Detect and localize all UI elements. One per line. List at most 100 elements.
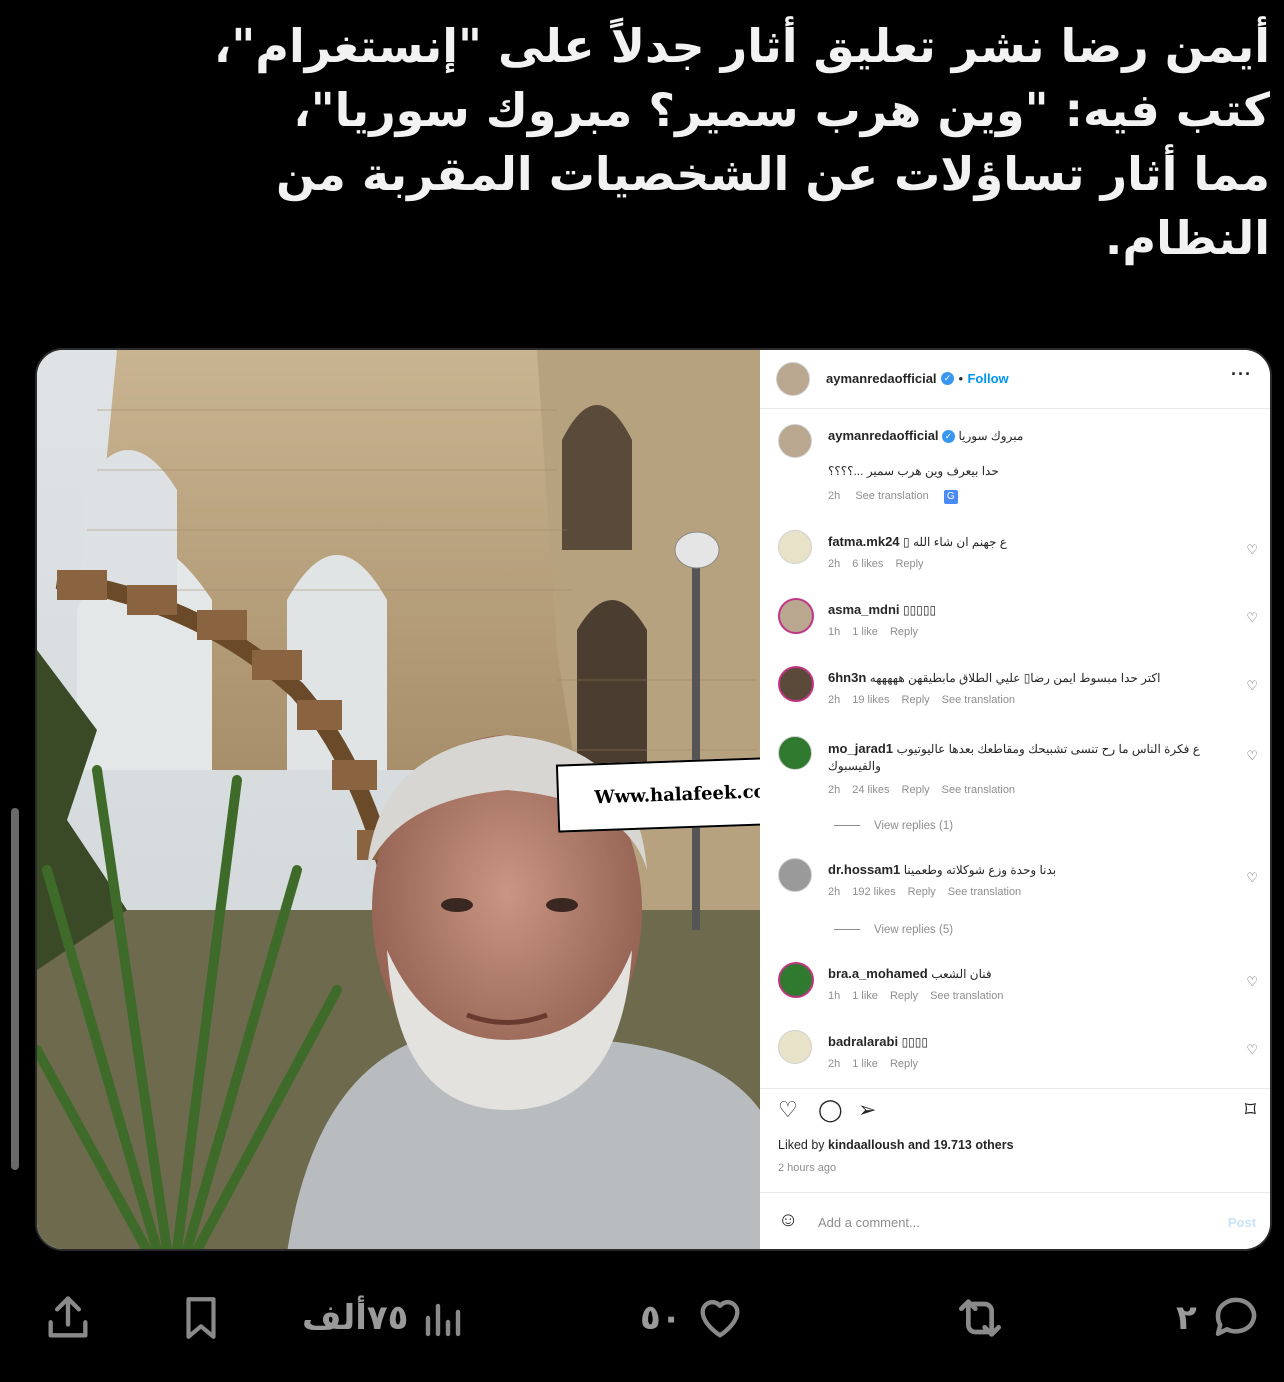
verified-icon: ✓ — [942, 430, 956, 444]
like-heart-icon[interactable]: ♡ — [778, 1097, 798, 1123]
see-translation-link[interactable]: See translation — [855, 490, 928, 502]
liked-by: Liked by kindaalloush and 19.713 others — [778, 1138, 1014, 1152]
avatar[interactable] — [778, 1030, 812, 1064]
caption-text: مبروك سوريا — [958, 429, 1024, 443]
comment-likes[interactable]: 19 likes — [852, 694, 889, 706]
add-comment-input[interactable]: Add a comment... — [818, 1215, 920, 1230]
see-translation-link[interactable]: See translation — [942, 784, 1015, 796]
caption-username[interactable]: aymanredaofficial — [828, 428, 939, 443]
comment-username[interactable]: bra.a_mohamed — [828, 966, 928, 981]
see-translation-link[interactable]: See translation — [942, 694, 1015, 706]
caption-time: 2h — [828, 490, 841, 502]
avatar[interactable] — [778, 530, 812, 564]
share-icon[interactable] — [42, 1283, 94, 1353]
heart-icon[interactable]: ♡ — [1246, 748, 1258, 764]
see-translation-link[interactable]: See translation — [948, 886, 1021, 898]
comment-username[interactable]: mo_jarad1 — [828, 741, 893, 756]
scrollbar[interactable] — [11, 808, 19, 1170]
avatar[interactable] — [778, 598, 814, 634]
comment-username[interactable]: 6hn3n — [828, 670, 866, 685]
more-options-icon[interactable]: ··· — [1231, 364, 1252, 385]
views-count: ٧٥ألف — [302, 1298, 409, 1338]
heart-icon[interactable]: ♡ — [1246, 870, 1258, 886]
liked-by-prefix: Liked by — [778, 1138, 825, 1152]
reply-button[interactable]: Reply — [908, 886, 936, 898]
comment-text: ع جهنم ان شاء الله ▯ — [903, 535, 1007, 549]
emoji-icon[interactable]: ☺ — [778, 1209, 798, 1232]
tweet-text-line: أيمن رضا نشر تعليق أثار جدلاً على "إنستغ… — [213, 19, 1270, 73]
avatar[interactable] — [778, 666, 814, 702]
comment-time: 2h — [828, 886, 841, 898]
reply-button[interactable]: Reply — [895, 558, 923, 570]
tweet-action-bar: ٧٥ألف ٥٠ ٢ — [0, 1283, 1284, 1353]
liked-by-others[interactable]: and 19.713 others — [908, 1138, 1014, 1152]
comment-text: اكتر حدا مبسوط ايمن رضا▯ عليي الطلاق ماب… — [869, 671, 1161, 685]
comment-time: 2h — [828, 1058, 841, 1070]
comment-likes[interactable]: 6 likes — [852, 558, 883, 570]
reply-bubble-icon — [1207, 1291, 1265, 1345]
heart-icon[interactable]: ♡ — [1246, 678, 1258, 694]
avatar[interactable] — [778, 858, 812, 892]
reply-button[interactable]: Reply — [902, 694, 930, 706]
post-header: aymanredaofficial ✓ • Follow ··· — [760, 350, 1270, 409]
comment-likes[interactable]: 192 likes — [852, 886, 895, 898]
tweet-text-line: النظام. — [1104, 211, 1270, 265]
comment-time: 1h — [828, 990, 841, 1002]
avatar[interactable] — [778, 424, 812, 458]
comment-text: بدنا وحدة وزع شوكلاته وطعمينا — [903, 863, 1057, 877]
translate-icon[interactable]: G — [943, 490, 958, 504]
save-bookmark-icon[interactable]: ⌑ — [1245, 1097, 1256, 1123]
post-username[interactable]: aymanredaofficial — [826, 371, 937, 386]
comment-likes[interactable]: 1 like — [852, 1058, 878, 1070]
reply-button[interactable]: Reply — [890, 990, 918, 1002]
avatar[interactable] — [778, 736, 812, 770]
comment-time: 2h — [828, 694, 841, 706]
comment-time: 2h — [828, 784, 841, 796]
view-replies-link[interactable]: View replies (5) — [834, 924, 953, 936]
tweet-text-line: مما أثار تساؤلات عن الشخصيات المقربة من — [276, 147, 1270, 201]
see-translation-link[interactable]: See translation — [930, 990, 1003, 1002]
replies-count: ٢ — [1176, 1298, 1197, 1338]
post-actions: ♡ ◯ ➢ ⌑ — [760, 1088, 1270, 1133]
heart-icon — [692, 1292, 748, 1344]
comment-text: ▯▯▯▯▯ — [903, 603, 937, 617]
liked-by-user[interactable]: kindaalloush — [828, 1138, 904, 1152]
bookmark-icon[interactable] — [176, 1283, 226, 1353]
avatar[interactable] — [778, 962, 814, 998]
caption-text-line2: حدا بيعرف وين هرب سمير ...؟؟؟؟ — [828, 464, 999, 478]
comment-time: 2h — [828, 558, 841, 570]
like-stat[interactable]: ٥٠ — [630, 1283, 748, 1353]
post-time: 2 hours ago — [778, 1162, 837, 1174]
comment-likes[interactable]: 1 like — [852, 990, 878, 1002]
comment-username[interactable]: badralarabi — [828, 1034, 898, 1049]
comment-text: فنان الشعب — [931, 967, 992, 981]
heart-icon[interactable]: ♡ — [1246, 1042, 1258, 1058]
embedded-screenshot[interactable]: Www.halafeek.com aymanredaofficial ✓ • F… — [35, 348, 1272, 1251]
comment-bubble-icon[interactable]: ◯ — [818, 1097, 843, 1123]
tweet-text-line: كتب فيه: "وين هرب سمير؟ مبروك سوريا"، — [293, 83, 1270, 137]
heart-icon[interactable]: ♡ — [1246, 974, 1258, 990]
reply-stat[interactable]: ٢ — [1166, 1283, 1265, 1353]
comment-time: 1h — [828, 626, 841, 638]
share-send-icon[interactable]: ➢ — [858, 1097, 876, 1123]
reply-button[interactable]: Reply — [902, 784, 930, 796]
avatar[interactable] — [776, 362, 810, 396]
verified-icon: ✓ — [941, 372, 954, 386]
instagram-panel: aymanredaofficial ✓ • Follow ··· aymanre… — [760, 350, 1270, 1249]
retweet-icon[interactable] — [948, 1283, 1012, 1353]
comment-username[interactable]: fatma.mk24 — [828, 534, 900, 549]
heart-icon[interactable]: ♡ — [1246, 542, 1258, 558]
views-icon — [418, 1294, 466, 1342]
separator-dot: • — [958, 371, 964, 386]
comment-likes[interactable]: 1 like — [852, 626, 878, 638]
post-comment-button[interactable]: Post — [1228, 1215, 1256, 1230]
views-stat[interactable]: ٧٥ألف — [292, 1283, 466, 1353]
comment-username[interactable]: asma_mdni — [828, 602, 900, 617]
follow-button[interactable]: Follow — [967, 371, 1008, 386]
comment-username[interactable]: dr.hossam1 — [828, 862, 900, 877]
comment-likes[interactable]: 24 likes — [852, 784, 889, 796]
heart-icon[interactable]: ♡ — [1246, 610, 1258, 626]
view-replies-link[interactable]: View replies (1) — [834, 820, 953, 832]
reply-button[interactable]: Reply — [890, 626, 918, 638]
reply-button[interactable]: Reply — [890, 1058, 918, 1070]
